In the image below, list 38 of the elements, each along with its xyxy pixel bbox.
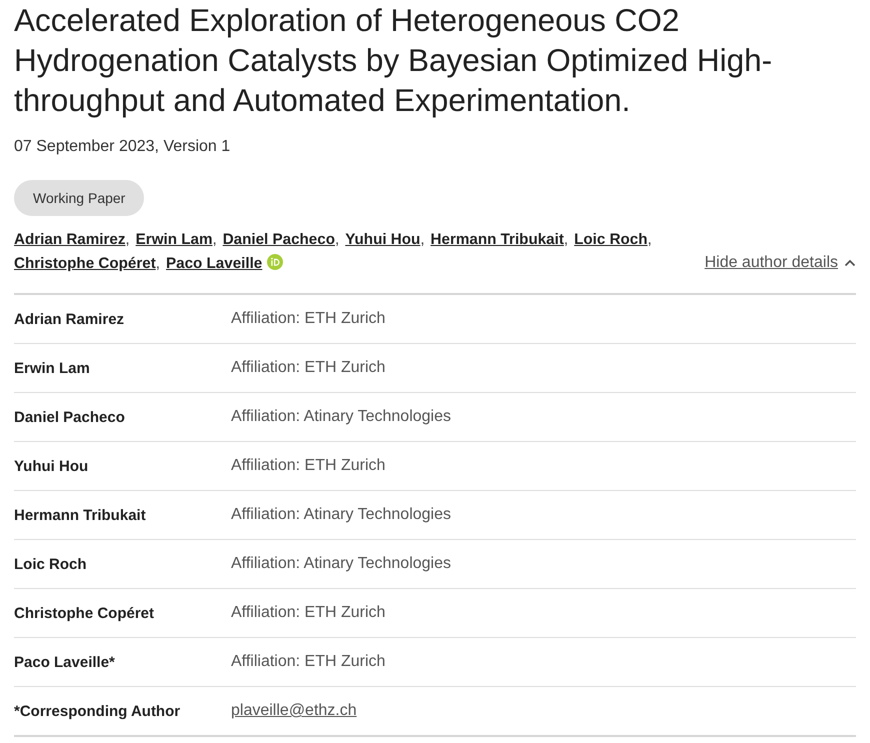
separator-text: , [156,254,160,274]
author-link[interactable]: Daniel Pacheco [222,228,335,252]
affiliation-text: Affiliation: ETH Zurich [231,457,386,475]
publication-date: 07 September 2023, Version 1 [14,137,230,157]
separator-text: , [334,230,340,250]
author-name: Adrian Ramirez [14,310,126,328]
author-link[interactable]: Christophe Copéret [14,252,156,276]
corresponding-author-label: *Corresponding Author [14,702,182,720]
affiliation-text: Affiliation: Atinary Technologies [231,555,451,573]
affiliation-text: Affiliation: ETH Zurich [231,604,386,622]
author-name: Paco Laveille* [14,654,116,670]
affiliation-text: Affiliation: Atinary Technologies [231,506,451,524]
id-badge-icon[interactable] [267,254,284,270]
author-link[interactable]: Adrian Ramirez [14,228,126,252]
separator-text: , [125,230,130,250]
article-title: Accelerated Exploration of Heterogeneous CO2 Hydrogenation Catalysts by Bayesian Optimized High-throughput and Automated Experimentation. [14,1,774,120]
email-link[interactable]: plaveille@ethz.ch [231,702,357,720]
author-name: Daniel Pacheco [14,408,126,426]
author-name: Yuhui Hou [14,458,90,474]
affiliation-text: Affiliation: ETH Zurich [231,310,386,328]
affiliation-text: Affiliation: ETH Zurich [231,359,386,377]
author-link[interactable]: Yuhui Hou [345,228,420,252]
author-name: Christophe Copéret [14,604,156,622]
author-link[interactable]: Hermann Tribukait [430,228,564,252]
author-name: Erwin Lam [14,360,91,376]
separator-text: , [420,230,425,250]
affiliation-text: Affiliation: ETH Zurich [231,653,386,671]
hide-author-details-link[interactable]: Hide author details [704,251,856,275]
author-link[interactable]: Paco Laveille [166,252,262,276]
separator-text: , [212,230,217,250]
separator-text: , [564,230,568,250]
affiliation-text: Affiliation: Atinary Technologies [231,408,451,426]
author-name: Hermann Tribukait [14,506,147,524]
paper-type-tag: Working Paper [14,180,144,216]
author-link[interactable]: Loic Roch [574,228,648,252]
author-name: Loic Roch [14,556,88,572]
author-link[interactable]: Erwin Lam [136,228,212,252]
separator-text: , [648,230,652,250]
